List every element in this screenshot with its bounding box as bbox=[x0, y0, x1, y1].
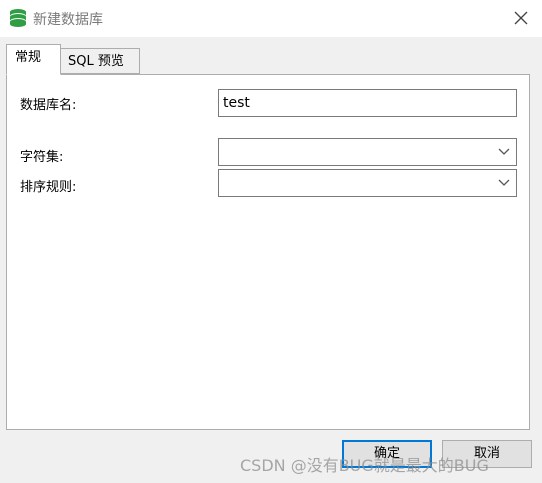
db-name-input[interactable] bbox=[218, 89, 517, 117]
title-bar: 新建数据库 bbox=[0, 0, 542, 37]
collation-label: 排序规则: bbox=[20, 180, 77, 195]
tab-general[interactable]: 常规 bbox=[6, 44, 61, 75]
new-database-dialog: 新建数据库 常规 SQL 预览 数据库名: 字符集: 排序规则: bbox=[0, 0, 542, 483]
general-panel: 数据库名: 字符集: 排序规则: bbox=[6, 74, 530, 430]
chevron-down-icon bbox=[498, 179, 510, 186]
tab-sql-preview-label: SQL 预览 bbox=[68, 54, 124, 69]
database-icon bbox=[10, 9, 26, 27]
close-icon bbox=[514, 11, 528, 25]
tab-general-label: 常规 bbox=[15, 50, 42, 65]
charset-label: 字符集: bbox=[20, 150, 64, 165]
watermark-text: CSDN @没有BUG就是最大的BUG bbox=[240, 456, 489, 475]
tab-sql-preview[interactable]: SQL 预览 bbox=[61, 48, 140, 74]
window-title: 新建数据库 bbox=[33, 12, 103, 28]
collation-select[interactable] bbox=[218, 169, 517, 197]
charset-select[interactable] bbox=[218, 138, 517, 166]
close-button[interactable] bbox=[506, 6, 534, 30]
chevron-down-icon bbox=[498, 148, 510, 155]
db-name-label: 数据库名: bbox=[20, 98, 77, 113]
